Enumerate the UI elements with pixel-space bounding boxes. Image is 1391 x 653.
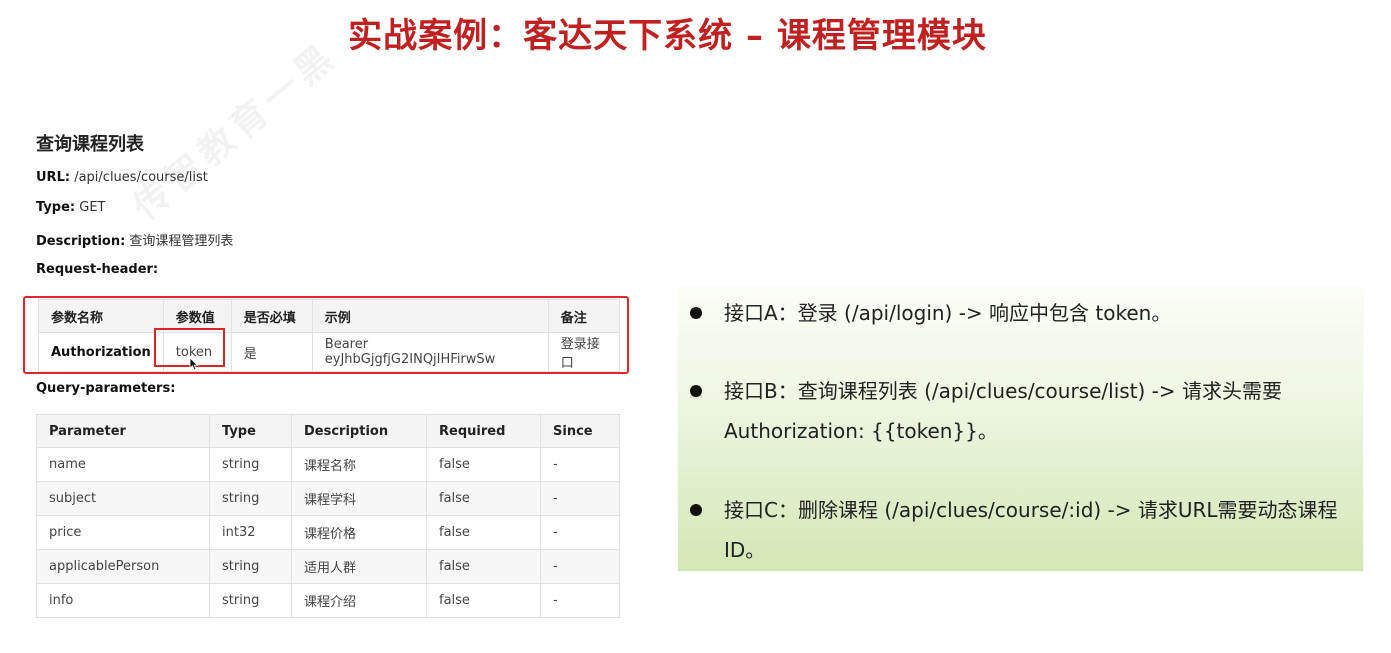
bullet-icon	[690, 504, 702, 516]
param-cell: applicablePerson	[36, 549, 210, 584]
column-header: Parameter	[36, 414, 210, 448]
mouse-cursor-icon	[189, 357, 199, 371]
description-label: Description:	[36, 234, 126, 249]
bullet-icon	[690, 385, 702, 397]
request-header-label: Request-header:	[36, 262, 159, 277]
since-cell: -	[540, 447, 620, 482]
type-row: Type: GET	[36, 200, 106, 215]
url-value: /api/clues/course/list	[74, 170, 208, 185]
type-cell: string	[209, 583, 292, 618]
since-cell: -	[540, 549, 620, 584]
header-row-highlight-box	[23, 296, 629, 374]
column-header: Type	[209, 414, 292, 448]
description-cell: 课程名称	[291, 447, 427, 482]
type-cell: int32	[209, 515, 292, 550]
required-cell: false	[426, 515, 541, 550]
table-row: name string 课程名称 false -	[36, 447, 620, 482]
watermark: 传智教育一黑	[125, 34, 346, 229]
column-header: Since	[540, 414, 620, 448]
param-cell: name	[36, 447, 210, 482]
required-cell: false	[426, 481, 541, 516]
since-cell: -	[540, 583, 620, 618]
type-value: GET	[79, 200, 106, 215]
since-cell: -	[540, 515, 620, 550]
description-cell: 课程介绍	[291, 583, 427, 618]
column-header: Required	[426, 414, 541, 448]
since-cell: -	[540, 481, 620, 516]
description-cell: 课程学科	[291, 481, 427, 516]
param-cell: price	[36, 515, 210, 550]
required-cell: false	[426, 583, 541, 618]
table-row: subject string 课程学科 false -	[36, 481, 620, 516]
url-label: URL:	[36, 170, 71, 185]
type-cell: string	[209, 447, 292, 482]
query-parameters-label: Query-parameters:	[36, 381, 176, 396]
type-label: Type:	[36, 200, 76, 215]
api-doc-title: 查询课程列表	[36, 134, 144, 155]
table-header-row: Parameter Type Description Required Sinc…	[36, 414, 620, 448]
param-cell: subject	[36, 481, 210, 516]
table-row: applicablePerson string 适用人群 false -	[36, 549, 620, 584]
note-interface-c: 接口C：删除课程 (/api/clues/course/:id) -> 请求UR…	[724, 498, 1338, 562]
bullet-icon	[690, 307, 702, 319]
table-row: info string 课程介绍 false -	[36, 583, 620, 618]
note-interface-b: 接口B：查询课程列表 (/api/clues/course/list) -> 请…	[724, 379, 1283, 443]
param-cell: info	[36, 583, 210, 618]
query-parameters-table: Parameter Type Description Required Sinc…	[36, 414, 620, 618]
description-value: 查询课程管理列表	[129, 234, 234, 249]
required-cell: false	[426, 447, 541, 482]
column-header: Description	[291, 414, 427, 448]
type-cell: string	[209, 481, 292, 516]
required-cell: false	[426, 549, 541, 584]
url-row: URL: /api/clues/course/list	[36, 170, 208, 185]
table-row: price int32 课程价格 false -	[36, 515, 620, 550]
description-row: Description: 查询课程管理列表	[36, 230, 233, 249]
description-cell: 课程价格	[291, 515, 427, 550]
note-interface-a: 接口A：登录 (/api/login) -> 响应中包含 token。	[724, 301, 1172, 325]
description-cell: 适用人群	[291, 549, 427, 584]
type-cell: string	[209, 549, 292, 584]
slide-title: 实战案例：客达天下系统 – 课程管理模块	[348, 16, 987, 56]
